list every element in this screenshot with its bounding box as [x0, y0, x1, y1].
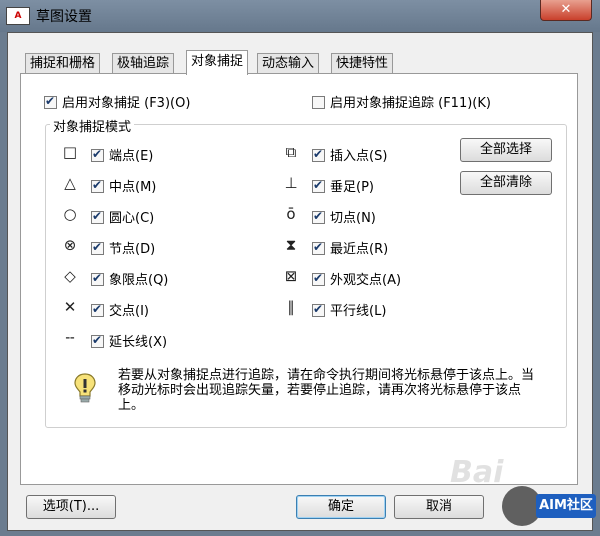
mode-center[interactable]: 圆心(C) — [91, 207, 154, 226]
perpendicular-icon: ⊥ — [284, 174, 298, 192]
ok-button[interactable]: 确定 — [296, 495, 386, 519]
insertion-icon: ⧉ — [285, 143, 297, 161]
midpoint-triangle-icon: △ — [64, 174, 76, 192]
checkbox-box[interactable] — [91, 178, 104, 193]
select-all-button[interactable]: 全部选择 — [460, 138, 552, 162]
quadrant-diamond-icon: ◇ — [64, 267, 76, 285]
options-button[interactable]: 选项(T)... — [26, 495, 116, 519]
tracking-info-text: 若要从对象捕捉点进行追踪，请在命令执行期间将光标悬停于该点上。当移动光标时会出现… — [118, 368, 535, 413]
tab-object-snap[interactable]: 对象捕捉 — [186, 50, 249, 75]
intersection-cross-icon: ✕ — [63, 298, 77, 316]
apparent-intersection-icon: ⊠ — [284, 267, 298, 285]
tab-polar-tracking[interactable]: 极轴追踪 — [112, 53, 175, 74]
tab-quick-properties[interactable]: 快捷特性 — [331, 53, 394, 74]
mode-perpendicular[interactable]: 垂足(P) — [312, 176, 374, 195]
baidu-watermark: Bai — [450, 455, 504, 490]
mode-extension[interactable]: 延长线(X) — [91, 331, 167, 350]
node-icon: ⊗ — [63, 236, 77, 254]
mode-nearest[interactable]: 最近点(R) — [312, 238, 388, 257]
tangent-icon: ō — [286, 205, 296, 223]
center-circle-icon: ○ — [63, 205, 77, 223]
title-bar[interactable]: A 草图设置 ✕ — [0, 0, 600, 32]
mode-insertion[interactable]: 插入点(S) — [312, 145, 387, 164]
mode-midpoint[interactable]: 中点(M) — [91, 176, 156, 195]
checkbox-box[interactable] — [312, 271, 325, 286]
mode-intersection[interactable]: 交点(I) — [91, 300, 149, 319]
checkbox-box[interactable] — [312, 147, 325, 162]
checkbox-box[interactable] — [44, 94, 57, 109]
mode-endpoint[interactable]: 端点(E) — [91, 145, 153, 164]
extension-icon: ╌ — [65, 329, 75, 347]
checkbox-box[interactable] — [91, 147, 104, 162]
mode-tangent[interactable]: 切点(N) — [312, 207, 376, 226]
mode-quadrant[interactable]: 象限点(Q) — [91, 269, 168, 288]
close-icon: ✕ — [560, 2, 572, 17]
checkbox-box[interactable] — [312, 178, 325, 193]
nearest-icon: ⧗ — [285, 236, 297, 254]
window-title: 草图设置 — [36, 9, 92, 25]
checkbox-box[interactable] — [312, 240, 325, 255]
checkbox-box[interactable] — [91, 271, 104, 286]
checkbox-box[interactable] — [91, 240, 104, 255]
checkbox-box[interactable] — [312, 302, 325, 317]
checkbox-box[interactable] — [91, 302, 104, 317]
checkbox-box[interactable] — [91, 209, 104, 224]
mode-parallel[interactable]: 平行线(L) — [312, 300, 386, 319]
enable-osnap-checkbox[interactable]: 启用对象捕捉 (F3)(O) — [44, 92, 190, 111]
endpoint-square-icon: □ — [62, 143, 78, 161]
checkbox-box[interactable] — [312, 96, 325, 109]
mode-node[interactable]: 节点(D) — [91, 238, 155, 257]
clear-all-button[interactable]: 全部清除 — [460, 171, 552, 195]
lightbulb-icon — [74, 373, 96, 403]
snap-modes-group-title: 对象捕捉模式 — [50, 116, 135, 135]
autocad-app-icon: A — [6, 7, 30, 25]
enable-tracking-checkbox[interactable]: 启用对象捕捉追踪 (F11)(K) — [312, 92, 491, 111]
aim-community-badge: AIM社区 — [536, 494, 596, 518]
tab-snap-grid[interactable]: 捕捉和栅格 — [25, 53, 101, 74]
checkbox-box[interactable] — [91, 333, 104, 348]
parallel-icon: ∥ — [287, 298, 295, 316]
tab-dynamic-input[interactable]: 动态输入 — [257, 53, 320, 74]
cancel-button[interactable]: 取消 — [394, 495, 484, 519]
checkbox-box[interactable] — [312, 209, 325, 224]
mode-apparent-intersection[interactable]: 外观交点(A) — [312, 269, 401, 288]
close-button[interactable]: ✕ — [540, 0, 592, 21]
